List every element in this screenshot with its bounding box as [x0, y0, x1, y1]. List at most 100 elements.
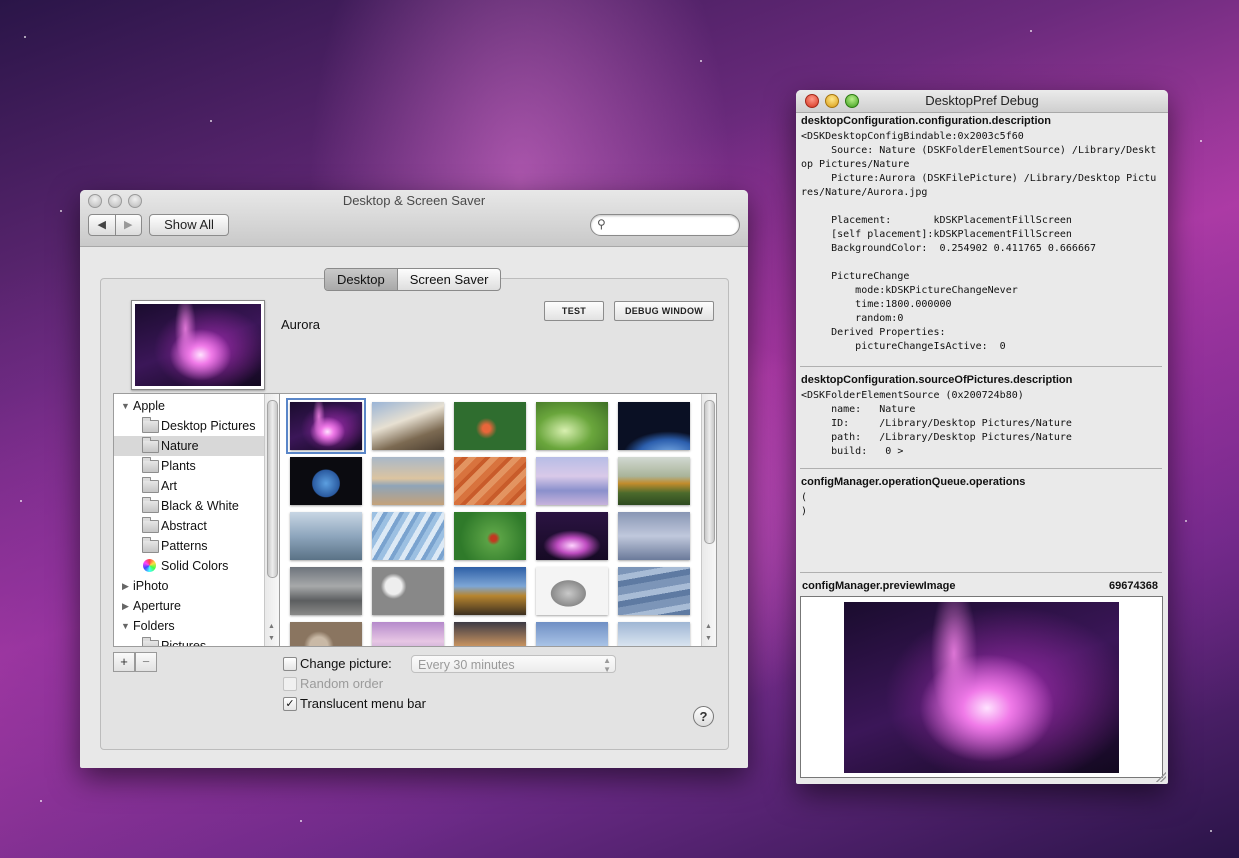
- disclosure-open-icon[interactable]: ▼: [121, 396, 130, 416]
- thumbnail-picture[interactable]: [536, 512, 608, 560]
- tab-desktop[interactable]: Desktop: [325, 269, 397, 290]
- checkmark-icon: ✓: [285, 698, 295, 710]
- scroll-up-icon[interactable]: ▲: [705, 623, 712, 630]
- debug-window-button[interactable]: DEBUG WINDOW: [614, 301, 714, 321]
- thumbnail-picture[interactable]: [454, 402, 526, 450]
- help-button[interactable]: ?: [693, 706, 714, 727]
- thumbnail-picture[interactable]: [618, 622, 690, 646]
- change-interval-popup[interactable]: Every 30 minutes ▲ ▼: [411, 655, 616, 674]
- source-item-art[interactable]: Art: [114, 476, 265, 496]
- section-body: ( ): [801, 492, 808, 517]
- thumbnail-picture[interactable]: [290, 622, 362, 646]
- tab-bar: Desktop Screen Saver: [324, 268, 502, 291]
- disclosure-closed-icon[interactable]: ▶: [122, 576, 129, 596]
- thumbnail-picture[interactable]: [618, 402, 690, 450]
- desktoppref-debug-window: DesktopPref Debug desktopConfiguration.c…: [796, 90, 1168, 784]
- source-item-aperture[interactable]: ▶ Aperture: [114, 596, 265, 616]
- test-button[interactable]: TEST: [544, 301, 604, 321]
- thumbnail-picture[interactable]: [372, 457, 444, 505]
- thumbnail-picture[interactable]: [536, 457, 608, 505]
- source-item-abstract[interactable]: Abstract: [114, 516, 265, 536]
- thumbnail-picture[interactable]: [290, 457, 362, 505]
- scroll-up-icon[interactable]: ▲: [268, 623, 275, 630]
- folder-icon: [142, 637, 159, 646]
- aurora-preview-image: [844, 602, 1119, 773]
- resize-grip-icon[interactable]: [1156, 772, 1166, 782]
- source-item-label: Solid Colors: [161, 559, 229, 573]
- picture-source-list: ▼ Apple Desktop Pictures Nature Plants A…: [113, 393, 280, 647]
- source-item-apple[interactable]: ▼ Apple: [114, 396, 265, 416]
- source-item-plants[interactable]: Plants: [114, 456, 265, 476]
- source-item-label: iPhoto: [133, 579, 169, 593]
- preview-image-value: 69674368: [1109, 580, 1158, 592]
- source-item-pictures[interactable]: Pictures: [114, 636, 265, 647]
- source-item-solid-colors[interactable]: Solid Colors: [114, 556, 265, 576]
- source-item-patterns[interactable]: Patterns: [114, 536, 265, 556]
- window-title: DesktopPref Debug: [925, 93, 1039, 108]
- disclosure-closed-icon[interactable]: ▶: [122, 596, 129, 616]
- tab-screen-saver[interactable]: Screen Saver: [396, 269, 501, 290]
- folder-icon: [142, 457, 159, 473]
- preview-image-well: [800, 596, 1163, 778]
- source-item-label: Plants: [161, 459, 196, 473]
- scrollbar-thumb[interactable]: [267, 400, 278, 578]
- source-item-iphoto[interactable]: ▶ iPhoto: [114, 576, 265, 596]
- thumbnail-picture[interactable]: [536, 567, 608, 615]
- source-item-label: Desktop Pictures: [161, 419, 256, 433]
- thumbnail-picture[interactable]: [372, 512, 444, 560]
- thumbnail-picture[interactable]: [290, 567, 362, 615]
- source-item-folders[interactable]: ▼ Folders: [114, 616, 265, 636]
- thumbnail-picture[interactable]: [536, 402, 608, 450]
- disclosure-open-icon[interactable]: ▼: [121, 616, 130, 636]
- thumbnail-picture[interactable]: [454, 512, 526, 560]
- source-item-label: Apple: [133, 399, 165, 413]
- search-field[interactable]: ⚲: [590, 214, 740, 236]
- translucent-menu-bar-checkbox[interactable]: ✓: [283, 697, 297, 711]
- random-order-checkbox[interactable]: [283, 677, 297, 691]
- change-picture-checkbox[interactable]: [283, 657, 297, 671]
- thumbnail-picture[interactable]: [454, 457, 526, 505]
- section-heading: desktopConfiguration.sourceOfPictures.de…: [801, 374, 1073, 386]
- folder-icon: [142, 437, 159, 453]
- window-title: Desktop & Screen Saver: [342, 193, 486, 208]
- source-item-label: Pictures: [161, 639, 207, 647]
- thumbnail-picture[interactable]: [290, 512, 362, 560]
- source-item-label: Black & White: [161, 499, 239, 513]
- source-item-nature[interactable]: Nature: [114, 436, 265, 456]
- back-forward-control: ◀ ▶: [88, 214, 142, 236]
- scrollbar-thumb[interactable]: [704, 400, 715, 544]
- scroll-down-icon[interactable]: ▼: [268, 635, 275, 642]
- forward-icon[interactable]: ▶: [114, 215, 142, 235]
- debug-title-bar: DesktopPref Debug: [796, 90, 1168, 113]
- thumbnail-picture[interactable]: [454, 567, 526, 615]
- thumbnail-aurora[interactable]: [286, 398, 366, 454]
- section-divider: [800, 468, 1162, 469]
- translucent-menu-bar-label: Translucent menu bar: [300, 696, 426, 711]
- thumbnail-picture[interactable]: [618, 512, 690, 560]
- source-item-black-white[interactable]: Black & White: [114, 496, 265, 516]
- source-list-scrollbar[interactable]: ▲ ▼: [264, 394, 279, 646]
- thumbnail-picture[interactable]: [618, 457, 690, 505]
- scroll-down-icon[interactable]: ▼: [705, 635, 712, 642]
- show-all-button[interactable]: Show All: [149, 214, 229, 236]
- thumbnail-picture[interactable]: [372, 567, 444, 615]
- source-item-desktop-pictures[interactable]: Desktop Pictures: [114, 416, 265, 436]
- thumbnail-picture[interactable]: [372, 402, 444, 450]
- remove-folder-button[interactable]: −: [135, 652, 157, 672]
- section-heading: configManager.previewImage: [802, 580, 956, 592]
- source-item-label: Aperture: [133, 599, 181, 613]
- thumbnail-picture[interactable]: [536, 622, 608, 646]
- source-item-label: Abstract: [161, 519, 207, 533]
- aurora-preview-image: [135, 304, 261, 386]
- thumbnail-picture[interactable]: [454, 622, 526, 646]
- configuration-description-section: desktopConfiguration.configuration.descr…: [796, 115, 1168, 354]
- folder-icon: [142, 497, 159, 513]
- add-folder-button[interactable]: +: [113, 652, 135, 672]
- thumbnail-picture[interactable]: [372, 622, 444, 646]
- thumbnail-picture[interactable]: [618, 567, 690, 615]
- back-icon[interactable]: ◀: [89, 215, 115, 235]
- popup-arrows-icon: ▲ ▼: [603, 656, 611, 674]
- thumbnail-grid-scrollbar[interactable]: ▲ ▼: [701, 394, 716, 646]
- folder-icon: [142, 477, 159, 493]
- picture-thumbnail-grid: ▲ ▼: [279, 393, 717, 647]
